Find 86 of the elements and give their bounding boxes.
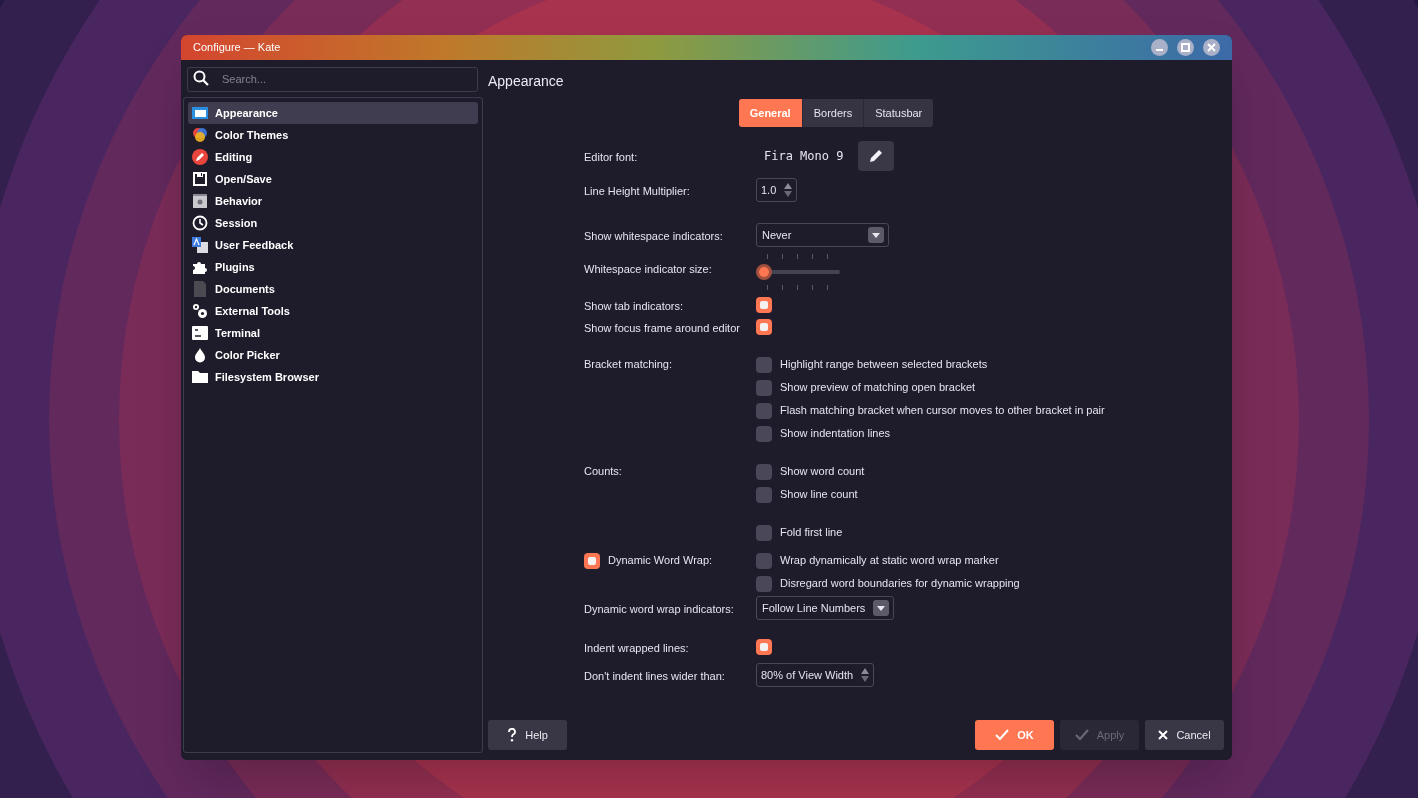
spin-field[interactable]: 80% of View Width — [756, 663, 875, 687]
checkbox[interactable] — [756, 552, 772, 569]
tab[interactable]: Statusbar — [863, 99, 934, 127]
question-mark-icon — [507, 728, 518, 742]
sidebar-item[interactable]: Color Picker — [188, 344, 478, 366]
field-label: Bracket matching: — [584, 357, 673, 373]
checkbox[interactable] — [584, 552, 600, 569]
checkmark-icon — [995, 729, 1010, 741]
checkbox[interactable] — [756, 486, 772, 503]
tab[interactable]: Borders — [801, 99, 864, 127]
checkbox[interactable] — [756, 639, 772, 655]
option-label: Show word count — [780, 464, 865, 480]
window-icon — [192, 105, 208, 121]
option-label: Disregard word boundaries for dynamic wrapping — [780, 576, 1020, 592]
puzzle-icon — [192, 259, 208, 275]
maximize-icon[interactable] — [1177, 39, 1194, 56]
field-label: Whitespace indicator size: — [584, 263, 712, 275]
field-label: Dynamic Word Wrap: — [608, 553, 713, 569]
sidebar-item[interactable]: Editing — [188, 146, 478, 168]
window-title: Configure — Kate — [193, 40, 281, 56]
help-button[interactable]: Help — [488, 720, 567, 750]
sidebar-item[interactable]: External Tools — [188, 300, 478, 322]
sidebar-item[interactable]: Open/Save — [188, 168, 478, 190]
pencil-icon — [192, 149, 208, 165]
option-label: Highlight range between selected brackets — [780, 357, 988, 373]
field-label: Show tab indicators: — [584, 300, 684, 312]
sidebar-item[interactable]: Color Themes — [188, 124, 478, 146]
terminal-icon — [192, 325, 208, 341]
spin-field[interactable]: 1.0 — [756, 178, 798, 202]
field-label: Indent wrapped lines: — [584, 642, 689, 654]
minimize-icon[interactable] — [1151, 39, 1168, 56]
close-icon[interactable] — [1203, 39, 1220, 56]
sidebar-item[interactable]: Documents — [188, 278, 478, 300]
search-icon — [193, 70, 209, 86]
checkbox[interactable] — [756, 524, 772, 541]
checkbox[interactable] — [756, 379, 772, 396]
field-label: Show whitespace indicators: — [584, 230, 723, 242]
slider-thumb[interactable] — [756, 264, 772, 280]
folder-icon — [192, 369, 208, 385]
edit-font-button[interactable] — [858, 141, 894, 171]
field-label: Counts: — [584, 464, 622, 480]
slider[interactable] — [756, 252, 840, 292]
gear-window-icon — [192, 193, 208, 209]
pencil-icon — [868, 148, 884, 164]
option-label: Show indentation lines — [780, 426, 891, 442]
sidebar-item[interactable]: Plugins — [188, 256, 478, 278]
dropdown[interactable]: Follow Line Numbers — [756, 596, 895, 620]
color-wheel-icon — [192, 127, 208, 143]
field-label: Show focus frame around editor — [584, 322, 740, 334]
checkmark-icon — [1074, 729, 1089, 741]
dropdown[interactable]: Never — [756, 223, 889, 247]
checkbox[interactable] — [756, 575, 772, 592]
option-label: Show preview of matching open bracket — [780, 380, 976, 396]
checkbox[interactable] — [756, 463, 772, 480]
checkbox[interactable] — [756, 425, 772, 442]
gears-icon — [192, 303, 208, 319]
sidebar-item[interactable]: Appearance — [188, 102, 478, 124]
field-label: Editor font: — [584, 151, 638, 163]
document-icon — [192, 281, 208, 297]
dialog-button[interactable]: Cancel — [1145, 720, 1224, 750]
page-title: Appearance — [488, 72, 565, 91]
option-label: Flash matching bracket when cursor moves to other bracket in pair — [780, 403, 1105, 419]
floppy-disk-icon — [192, 171, 208, 187]
checkbox[interactable] — [756, 319, 772, 335]
checkbox[interactable] — [756, 402, 772, 419]
sidebar-item[interactable]: Behavior — [188, 190, 478, 212]
checkbox[interactable] — [756, 356, 772, 373]
droplet-icon — [192, 347, 208, 363]
search-field[interactable]: Search... — [187, 66, 478, 92]
sidebar-item[interactable]: Filesystem Browser — [188, 366, 478, 388]
field-label: Don't indent lines wider than: — [584, 670, 725, 682]
sidebar-item[interactable]: Session — [188, 212, 478, 234]
font-value: Fira Mono 9 — [764, 148, 845, 165]
close-icon — [1158, 730, 1169, 740]
option-label: Show line count — [780, 487, 858, 503]
translate-icon — [192, 237, 208, 253]
field-label: Dynamic word wrap indicators: — [584, 603, 734, 615]
spin-arrows-icon[interactable] — [784, 182, 793, 198]
spin-arrows-icon[interactable] — [861, 667, 870, 683]
option-label: Fold first line — [780, 525, 843, 541]
sidebar-item[interactable]: Terminal — [188, 322, 478, 344]
field-label: Line Height Multiplier: — [584, 185, 690, 197]
clock-icon — [192, 215, 208, 231]
option-label: Wrap dynamically at static word wrap marker — [780, 553, 999, 569]
checkbox[interactable] — [756, 297, 772, 313]
sidebar-item[interactable]: User Feedback — [188, 234, 478, 256]
